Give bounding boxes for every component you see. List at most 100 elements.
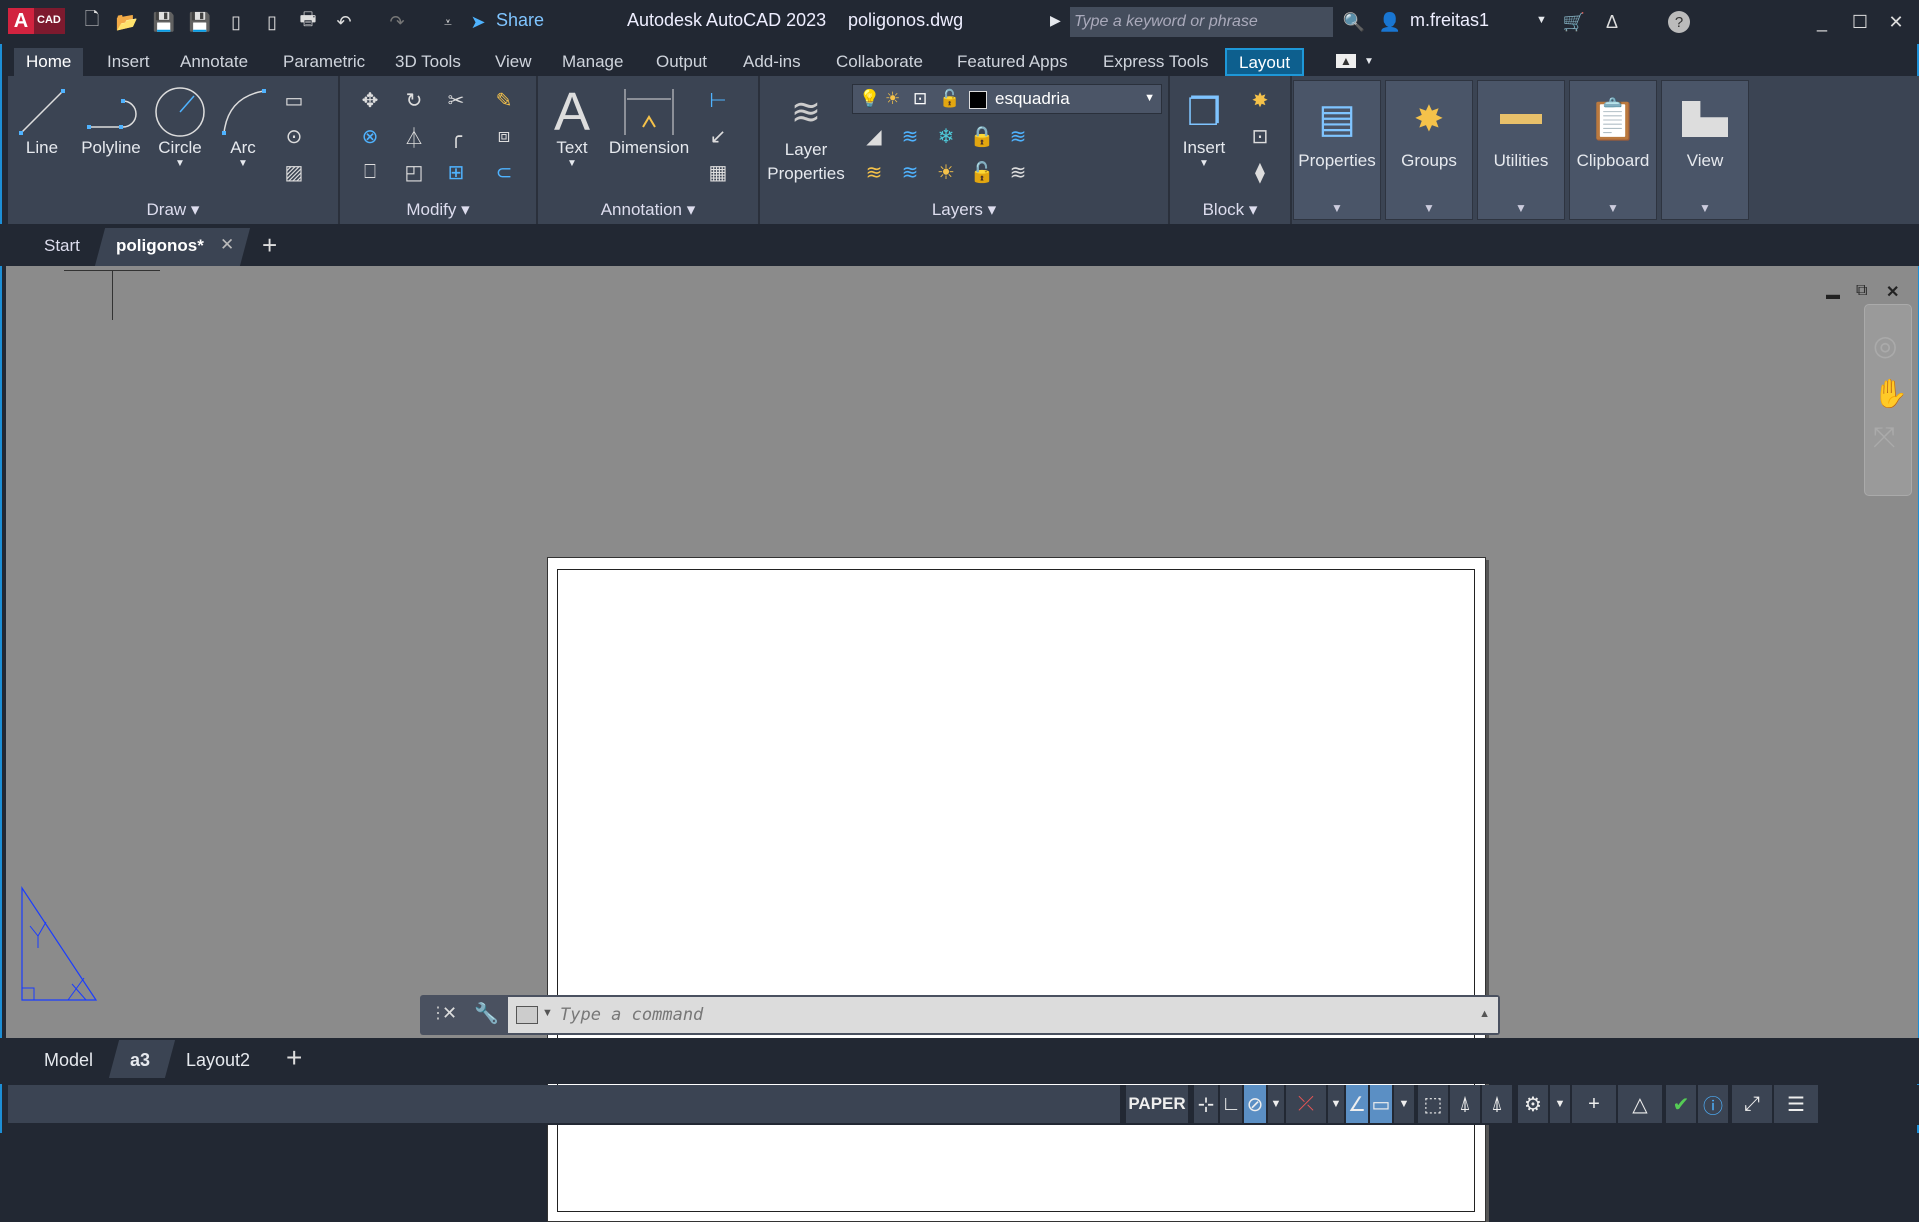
file-tab-start[interactable]: Start [44, 236, 80, 256]
object-snap-tracking-icon[interactable]: ⤫ [1286, 1085, 1326, 1123]
share-icon[interactable]: ➤ [466, 10, 490, 34]
tab-insert[interactable]: Insert [95, 48, 162, 76]
zoom-extents-icon[interactable]: ⤧ [1873, 421, 1895, 454]
tab-parametric[interactable]: Parametric [271, 48, 377, 76]
layer-unisolate-icon[interactable]: ≋ [896, 158, 924, 186]
paper-space-toggle[interactable]: PAPER [1126, 1085, 1188, 1123]
layer-unlock-all-icon[interactable]: 🔓 [968, 158, 996, 186]
tab-view[interactable]: View [483, 48, 544, 76]
groups-panel-button[interactable]: ✸ Groups ▼ [1385, 80, 1473, 220]
annotation-panel-label[interactable]: Annotation ▾ [538, 200, 758, 220]
fullscreen-icon[interactable]: ⤢ [1732, 1085, 1772, 1123]
layer-lock-icon[interactable]: 🔒 [968, 122, 996, 150]
rotate-icon[interactable]: ↻ [400, 86, 428, 114]
customize-wrench-icon[interactable]: 🔧 [474, 1001, 499, 1026]
explode-icon[interactable]: ⧈ [490, 122, 518, 150]
maximize-icon[interactable]: ☐ [1848, 10, 1872, 34]
copy-icon[interactable]: ⊗ [356, 122, 384, 150]
osnap-dropdown[interactable]: ▼ [1394, 1085, 1414, 1123]
scale-icon[interactable]: ◰ [400, 158, 428, 186]
text-button[interactable]: A Text ▼ [544, 82, 600, 169]
create-block-icon[interactable]: ✸ [1246, 86, 1274, 114]
array-icon[interactable]: ⊞ [442, 158, 470, 186]
edit-attributes-icon[interactable]: ⧫ [1246, 158, 1274, 186]
workspace-gear-icon[interactable]: ⚙ [1518, 1085, 1548, 1123]
file-tab-poligonos[interactable]: poligonos* [116, 236, 204, 256]
open-from-mobile-icon[interactable]: ▯ [224, 10, 248, 34]
circle-button[interactable]: Circle ▼ [148, 86, 212, 169]
fillet-icon[interactable]: ╭ [442, 122, 470, 150]
user-icon[interactable]: 👤 [1378, 10, 1402, 34]
new-layout-icon[interactable]: + [286, 1042, 302, 1074]
minimize-icon[interactable]: _ [1810, 10, 1834, 34]
mirror-icon[interactable]: ⏃ [400, 122, 428, 150]
modify-panel-label[interactable]: Modify ▾ [340, 200, 536, 220]
layout-tab-layout2[interactable]: Layout2 [186, 1050, 250, 1071]
ellipse-icon[interactable]: ⊙ [280, 122, 308, 150]
search-icon[interactable]: 🔍 [1342, 10, 1366, 34]
isolate-objects-icon[interactable]: △ [1618, 1085, 1662, 1123]
tab-collaborate[interactable]: Collaborate [824, 48, 935, 76]
ribbon-options-dropdown[interactable]: ▼ [1364, 56, 1374, 67]
save-icon[interactable]: 💾 [152, 10, 176, 34]
ortho-icon[interactable]: ∟ [1220, 1085, 1242, 1123]
utilities-panel-button[interactable]: Utilities ▼ [1477, 80, 1565, 220]
help-icon[interactable]: ? [1668, 11, 1690, 33]
command-history-icon[interactable] [516, 1006, 538, 1024]
viewport-minimize-icon[interactable]: ▬ [1826, 286, 1840, 302]
layer-thaw-all-icon[interactable]: ☀ [932, 158, 960, 186]
drawing-info-icon[interactable]: ⓘ [1698, 1085, 1728, 1123]
rectangle-icon[interactable]: ▭ [280, 86, 308, 114]
viewport-close-icon[interactable]: ✕ [1886, 282, 1899, 302]
tab-home[interactable]: Home [14, 48, 84, 76]
move-icon[interactable]: ✥ [356, 86, 384, 114]
tab-3d-tools[interactable]: 3D Tools [383, 48, 473, 76]
dimension-button[interactable]: Dimension [604, 86, 694, 158]
undo-icon[interactable]: ↶ [332, 10, 356, 34]
open-file-icon[interactable]: 📂 [115, 10, 139, 34]
stretch-icon[interactable]: ⎕ [356, 158, 384, 186]
command-input[interactable]: Type a command [508, 997, 1498, 1033]
auto-scale-icon[interactable]: ⍋ [1482, 1085, 1512, 1123]
save-to-mobile-icon[interactable]: ▯ [260, 10, 284, 34]
layout-tab-model[interactable]: Model [44, 1050, 93, 1071]
layer-dropdown[interactable]: 💡 ☀ ⊡ 🔓 esquadria ▼ [852, 84, 1162, 114]
polar-tracking-icon[interactable]: ⊘ [1244, 1085, 1266, 1123]
tab-add-ins[interactable]: Add-ins [731, 48, 813, 76]
erase-icon[interactable]: ✎ [490, 86, 518, 114]
table-icon[interactable]: ▦ [704, 158, 732, 186]
customize-quick-access-icon[interactable]: ⩡ [436, 10, 460, 34]
close-command-icon[interactable]: ✕ [442, 1003, 457, 1024]
lineweight-icon[interactable]: ▭ [1370, 1085, 1392, 1123]
layer-isolate-icon[interactable]: ≋ [896, 122, 924, 150]
linear-dimension-icon[interactable]: ⊢ [704, 86, 732, 114]
line-button[interactable]: Line [14, 86, 70, 158]
autocad-logo[interactable]: A CAD [8, 8, 65, 34]
grid-snap-icon[interactable]: ⊹ [1194, 1085, 1218, 1123]
annotation-monitor-icon[interactable]: + [1572, 1085, 1616, 1123]
tab-express-tools[interactable]: Express Tools [1091, 48, 1221, 76]
save-as-icon[interactable]: 💾 [188, 10, 212, 34]
object-snap-icon[interactable]: ∠ [1346, 1085, 1368, 1123]
command-expand-icon[interactable]: ▲ [1479, 1008, 1490, 1020]
command-history-dropdown[interactable]: ▼ [542, 1007, 553, 1019]
close-tab-icon[interactable]: ✕ [220, 235, 234, 255]
snap-dropdown[interactable]: ▼ [1328, 1085, 1344, 1123]
selection-cycling-icon[interactable]: ⬚ [1418, 1085, 1448, 1123]
layers-panel-label[interactable]: Layers ▾ [760, 200, 1168, 220]
expand-search-icon[interactable]: ▶ [1050, 12, 1061, 29]
new-tab-icon[interactable]: + [262, 230, 277, 261]
tab-featured-apps[interactable]: Featured Apps [945, 48, 1080, 76]
polyline-button[interactable]: Polyline [74, 86, 148, 158]
clipboard-panel-button[interactable]: 📋 Clipboard ▼ [1569, 80, 1657, 220]
plot-icon[interactable]: 🖶 [296, 9, 320, 34]
steering-wheel-icon[interactable]: ◎ [1873, 329, 1897, 362]
tab-annotate[interactable]: Annotate [168, 48, 260, 76]
tab-manage[interactable]: Manage [550, 48, 635, 76]
insert-button[interactable]: ❐ Insert ▼ [1174, 86, 1234, 170]
polar-dropdown[interactable]: ▼ [1268, 1085, 1284, 1123]
user-name[interactable]: m.freitas1 [1410, 10, 1489, 31]
share-button[interactable]: Share [496, 10, 544, 31]
new-file-icon[interactable]: 🗋 [80, 9, 104, 34]
annotation-visibility-icon[interactable]: ⍋ [1450, 1085, 1480, 1123]
